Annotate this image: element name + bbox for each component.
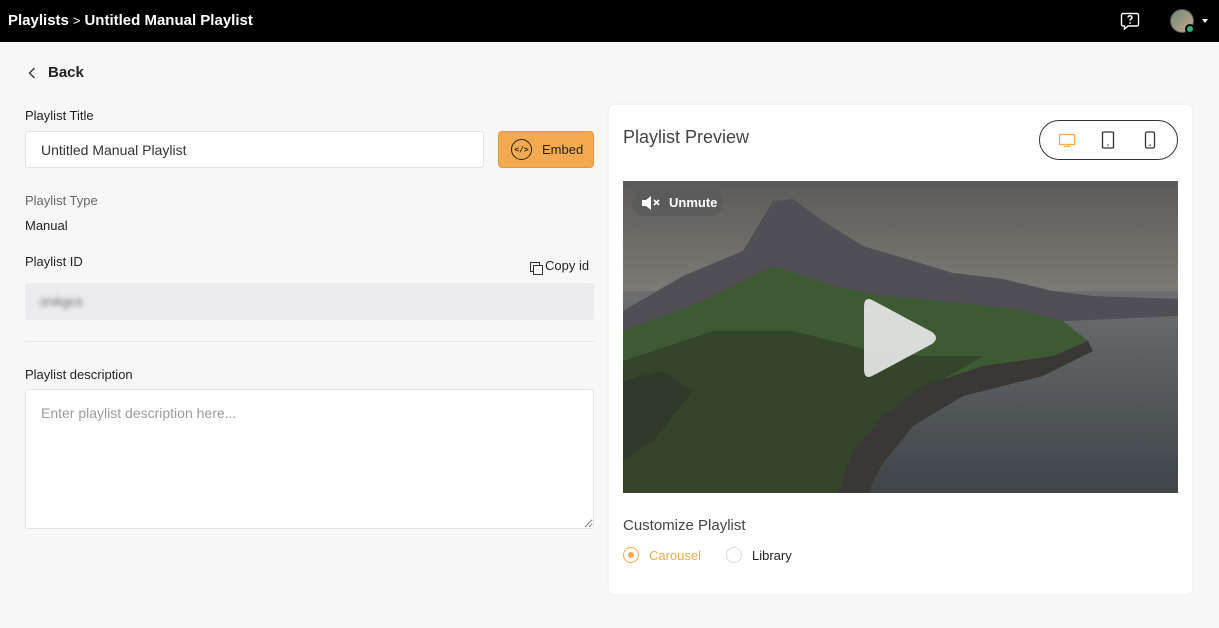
carousel-radio[interactable] (623, 547, 639, 563)
library-option[interactable]: Library (726, 547, 792, 563)
divider (25, 341, 594, 342)
help-chat-icon[interactable] (1120, 11, 1140, 31)
carousel-option[interactable]: Carousel (623, 547, 701, 563)
copy-icon (530, 261, 543, 275)
back-label: Back (48, 64, 84, 81)
playlist-type-value: Manual (25, 218, 68, 233)
play-icon[interactable] (860, 295, 940, 381)
tablet-icon (1102, 131, 1115, 149)
copy-id-label: Copy id (545, 258, 590, 273)
playlist-id-label: Playlist ID (25, 254, 83, 269)
desktop-icon (1058, 133, 1075, 148)
embed-label: Embed (542, 142, 584, 157)
desktop-view-button[interactable] (1052, 125, 1082, 155)
chevron-down-icon[interactable] (1202, 19, 1208, 23)
playlist-title-label: Playlist Title (25, 108, 94, 123)
breadcrumb: Playlists > Untitled Manual Playlist (8, 12, 253, 29)
unmute-label: Unmute (669, 195, 718, 210)
breadcrumb-separator: > (72, 13, 81, 28)
tablet-view-button[interactable] (1093, 125, 1123, 155)
muted-speaker-icon (642, 195, 660, 210)
playlist-title-input[interactable] (25, 131, 484, 168)
playlist-id-field: izvkgcs (25, 283, 594, 320)
breadcrumb-current: Untitled Manual Playlist (84, 12, 253, 29)
online-status-dot (1185, 24, 1195, 34)
code-icon: </> (511, 139, 532, 160)
playlist-description-input[interactable] (25, 389, 594, 529)
playlist-type-label: Playlist Type (25, 193, 98, 208)
back-button[interactable]: Back (28, 64, 84, 81)
device-toggle (1039, 120, 1178, 160)
customize-playlist-label: Customize Playlist (623, 517, 746, 534)
breadcrumb-playlists-link[interactable]: Playlists (8, 12, 69, 29)
embed-button[interactable]: </> Embed (498, 131, 594, 168)
copy-id-button[interactable]: Copy id (530, 258, 590, 275)
playlist-id-value: izvkgcs (40, 294, 83, 309)
playlist-preview-title: Playlist Preview (623, 127, 750, 147)
chevron-left-icon (28, 67, 35, 78)
library-label: Library (752, 547, 792, 563)
mobile-icon (1144, 131, 1156, 149)
carousel-label: Carousel (649, 547, 702, 563)
mobile-view-button[interactable] (1135, 125, 1165, 155)
unmute-button[interactable]: Unmute (632, 189, 723, 216)
library-radio[interactable] (726, 547, 742, 563)
playlist-description-label: Playlist description (25, 367, 133, 382)
